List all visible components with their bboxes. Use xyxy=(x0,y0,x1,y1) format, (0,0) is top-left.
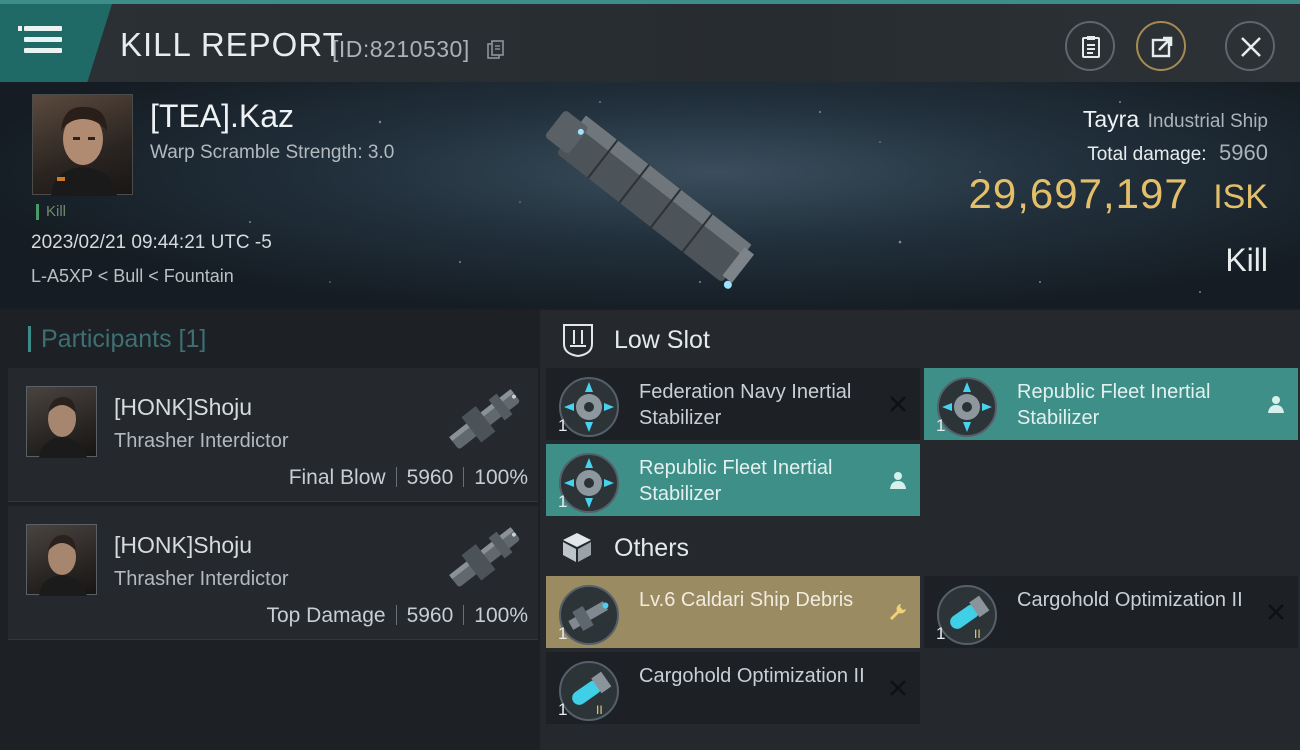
item-quantity: 1 xyxy=(558,492,568,511)
svg-text:II: II xyxy=(596,703,603,717)
item-quantity: 1 xyxy=(936,416,946,435)
participant-name[interactable]: [HONK]Shoju xyxy=(114,394,252,421)
participant-card[interactable]: [HONK]Shoju Thrasher Interdictor Final B… xyxy=(8,368,538,502)
low-slot-icon xyxy=(563,324,593,358)
participant-stats: Final Blow 5960 100% xyxy=(289,466,528,490)
participant-percent: 100% xyxy=(474,466,528,489)
victim-name[interactable]: [TEA].Kaz xyxy=(150,98,294,135)
cargo-item[interactable]: 1 Lv.6 Caldari Ship Debris xyxy=(546,576,920,648)
destroyed-icon xyxy=(890,680,906,696)
total-damage-value: 5960 xyxy=(1219,140,1268,165)
item-quantity: 1 xyxy=(558,700,568,719)
stats-divider xyxy=(463,467,465,487)
victim-ship-line: Tayra Industrial Ship xyxy=(1083,106,1268,133)
warp-scramble-strength: Warp Scramble Strength: 3.0 xyxy=(150,142,395,163)
module-item[interactable]: 1 Republic Fleet Inertial Stabilizer xyxy=(924,368,1298,440)
participant-damage: 5960 xyxy=(406,466,454,489)
others-title: Others xyxy=(614,534,690,562)
item-quantity: 1 xyxy=(558,416,568,435)
cargo-item[interactable]: II 1 Cargohold Optimization II xyxy=(546,652,920,724)
item-name: Lv.6 Caldari Ship Debris xyxy=(639,589,854,611)
menu-icon[interactable] xyxy=(18,22,66,58)
report-button[interactable] xyxy=(1065,21,1115,71)
item-quantity: 1 xyxy=(558,624,568,643)
victim-banner: [TEA].Kaz Warp Scramble Strength: 3.0 Ki… xyxy=(0,82,1300,308)
isk-unit: ISK xyxy=(1213,178,1268,216)
victim-ship-class: Industrial Ship xyxy=(1147,111,1268,132)
participant-percent: 100% xyxy=(474,604,528,627)
cargo-item[interactable]: II 1 Cargohold Optimization II xyxy=(924,576,1298,648)
close-button[interactable] xyxy=(1225,21,1275,71)
stats-divider xyxy=(395,605,397,625)
page-title: KILL REPORT xyxy=(120,26,344,63)
victim-ship-image[interactable] xyxy=(520,86,780,306)
participant-damage: 5960 xyxy=(406,604,454,627)
svg-text:II: II xyxy=(974,627,981,641)
item-quantity: 1 xyxy=(936,624,946,643)
portrait-icon xyxy=(51,106,117,196)
destroyed-icon xyxy=(890,396,906,412)
participants-header: Participants [1] xyxy=(28,326,206,352)
kill-tag: Kill xyxy=(36,204,66,220)
participant-avatar[interactable] xyxy=(26,386,97,458)
total-damage-line: Total damage: 5960 xyxy=(1087,140,1268,166)
kill-location: L-A5XP < Bull < Fountain xyxy=(31,266,234,286)
low-slot-title: Low Slot xyxy=(614,326,710,354)
isk-value-line: 29,697,197 ISK xyxy=(969,170,1268,218)
header-bar: KILL REPORT [ID:8210530] xyxy=(0,0,1300,82)
participant-ship-image[interactable] xyxy=(438,374,530,466)
module-item[interactable]: 1 Federation Navy Inertial Stabilizer xyxy=(546,368,920,440)
module-item[interactable]: 1 Republic Fleet Inertial Stabilizer xyxy=(546,444,920,516)
close-icon xyxy=(1241,37,1261,57)
clipboard-icon xyxy=(1082,36,1100,58)
stats-divider xyxy=(395,467,397,487)
participant-name[interactable]: [HONK]Shoju xyxy=(114,532,252,559)
stats-divider xyxy=(463,605,465,625)
person-icon xyxy=(890,472,906,489)
participant-role: Top Damage xyxy=(266,604,386,627)
copy-icon[interactable] xyxy=(487,40,505,60)
victim-avatar[interactable] xyxy=(32,94,133,196)
share-icon xyxy=(1151,36,1173,58)
participant-ship-image[interactable] xyxy=(438,512,530,604)
participant-avatar[interactable] xyxy=(26,524,97,596)
share-button[interactable] xyxy=(1136,21,1186,71)
participant-card[interactable]: [HONK]Shoju Thrasher Interdictor Top Dam… xyxy=(8,506,538,640)
participant-role: Final Blow xyxy=(288,466,386,489)
portrait-icon xyxy=(39,397,87,458)
participants-panel: Participants [1] [HONK]Shoju Thrasher In… xyxy=(0,310,540,750)
isk-value: 29,697,197 xyxy=(968,170,1189,217)
cube-icon xyxy=(563,533,591,562)
item-name: Republic Fleet Inertial Stabilizer xyxy=(639,457,833,505)
kill-datetime: 2023/02/21 09:44:21 UTC -5 xyxy=(31,232,272,253)
participant-stats: Top Damage 5960 100% xyxy=(266,604,528,628)
item-name: Cargohold Optimization II xyxy=(1017,589,1243,611)
participant-ship: Thrasher Interdictor xyxy=(114,568,289,590)
item-name: Cargohold Optimization II xyxy=(639,665,865,687)
victim-ship-name[interactable]: Tayra xyxy=(1083,106,1139,132)
report-id: [ID:8210530] xyxy=(332,36,470,62)
person-icon xyxy=(1268,396,1284,413)
wrench-icon xyxy=(890,604,906,620)
destroyed-icon xyxy=(1268,604,1284,620)
kill-result: Kill xyxy=(1225,242,1268,278)
participant-ship: Thrasher Interdictor xyxy=(114,430,289,452)
fitting-panel: Low Slot 1 Federation Navy Inertial Stab… xyxy=(540,310,1300,750)
item-name: Republic Fleet Inertial Stabilizer xyxy=(1017,381,1211,429)
portrait-icon xyxy=(39,535,87,596)
item-name: Federation Navy Inertial Stabilizer xyxy=(639,381,852,429)
total-damage-label: Total damage: xyxy=(1087,144,1207,165)
